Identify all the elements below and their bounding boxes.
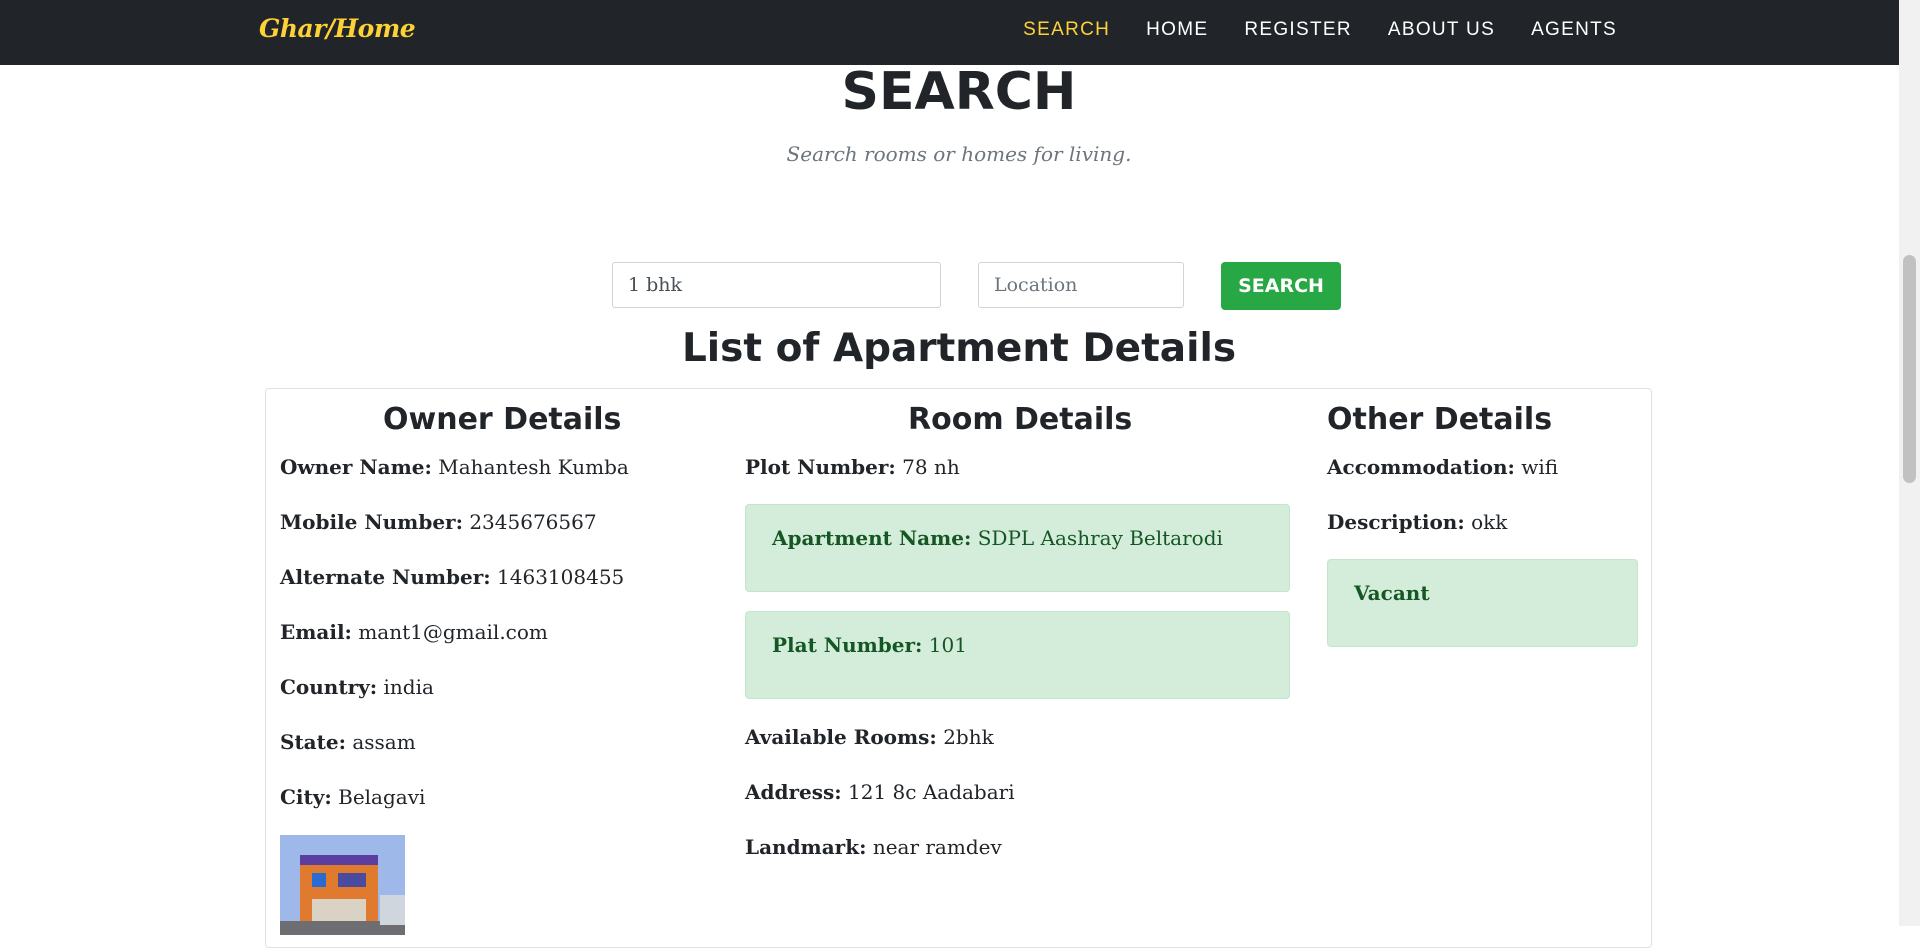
available-rooms-label: Available Rooms: bbox=[745, 725, 937, 749]
vacancy-status-alert: Vacant bbox=[1327, 559, 1638, 647]
state-field: State: assam bbox=[280, 730, 416, 754]
other-details-heading: Other Details bbox=[1327, 402, 1553, 437]
plat-number-label: Plat Number: bbox=[772, 633, 923, 657]
country-field: Country: india bbox=[280, 675, 434, 699]
available-rooms-field: Available Rooms: 2bhk bbox=[745, 725, 994, 749]
keyword-search-input[interactable] bbox=[612, 262, 941, 308]
email-value: mant1@gmail.com bbox=[358, 620, 548, 644]
accommodation-value: wifi bbox=[1521, 455, 1559, 479]
available-rooms-value: 2bhk bbox=[943, 725, 994, 749]
email-field: Email: mant1@gmail.com bbox=[280, 620, 548, 644]
nav-link-agents[interactable]: AGENTS bbox=[1531, 19, 1617, 41]
search-button[interactable]: SEARCH bbox=[1221, 262, 1341, 310]
accommodation-label: Accommodation: bbox=[1327, 455, 1515, 479]
city-value: Belagavi bbox=[338, 785, 426, 809]
nav-link-register[interactable]: REGISTER bbox=[1244, 19, 1352, 41]
address-label: Address: bbox=[745, 780, 842, 804]
location-input[interactable] bbox=[978, 262, 1184, 308]
mobile-number-label: Mobile Number: bbox=[280, 510, 463, 534]
city-label: City: bbox=[280, 785, 332, 809]
address-value: 121 8c Aadabari bbox=[848, 780, 1015, 804]
list-title: List of Apartment Details bbox=[681, 326, 1237, 371]
country-label: Country: bbox=[280, 675, 378, 699]
alternate-number-label: Alternate Number: bbox=[280, 565, 491, 589]
house-image bbox=[280, 835, 405, 935]
page-scrollbar[interactable] bbox=[1899, 0, 1920, 926]
property-photo[interactable] bbox=[280, 835, 405, 935]
nav-link-search[interactable]: SEARCH bbox=[1023, 19, 1110, 41]
address-field: Address: 121 8c Aadabari bbox=[745, 780, 1015, 804]
owner-name-label: Owner Name: bbox=[280, 455, 432, 479]
city-field: City: Belagavi bbox=[280, 785, 425, 809]
navbar: Ghar/Home SEARCH HOME REGISTER ABOUT US … bbox=[0, 0, 1899, 65]
plot-number-value: 78 nh bbox=[902, 455, 960, 479]
mobile-number-field: Mobile Number: 2345676567 bbox=[280, 510, 597, 534]
state-label: State: bbox=[280, 730, 346, 754]
plat-number-value: 101 bbox=[928, 633, 967, 657]
alternate-number-field: Alternate Number: 1463108455 bbox=[280, 565, 624, 589]
owner-name-field: Owner Name: Mahantesh Kumba bbox=[280, 455, 629, 479]
apartment-name-alert: Apartment Name: SDPL Aashray Beltarodi bbox=[745, 504, 1290, 592]
apartment-name-value: SDPL Aashray Beltarodi bbox=[977, 526, 1223, 550]
owner-name-value: Mahantesh Kumba bbox=[438, 455, 629, 479]
page-subtitle: Search rooms or homes for living. bbox=[786, 142, 1132, 166]
vacancy-status-label: Vacant bbox=[1354, 581, 1430, 605]
landmark-value: near ramdev bbox=[872, 835, 1002, 859]
nav-link-about-us[interactable]: ABOUT US bbox=[1388, 19, 1495, 41]
description-field: Description: okk bbox=[1327, 510, 1507, 534]
plot-number-label: Plot Number: bbox=[745, 455, 896, 479]
description-value: okk bbox=[1471, 510, 1508, 534]
email-label: Email: bbox=[280, 620, 352, 644]
mobile-number-value: 2345676567 bbox=[469, 510, 597, 534]
nav-link-home[interactable]: HOME bbox=[1146, 19, 1208, 41]
country-value: india bbox=[383, 675, 434, 699]
room-details-heading: Room Details bbox=[908, 402, 1133, 437]
brand-logo[interactable]: Ghar/Home bbox=[259, 14, 416, 43]
landmark-label: Landmark: bbox=[745, 835, 867, 859]
description-label: Description: bbox=[1327, 510, 1465, 534]
landmark-field: Landmark: near ramdev bbox=[745, 835, 1002, 859]
apartment-name-label: Apartment Name: bbox=[772, 526, 972, 550]
apartment-card: Owner Details Owner Name: Mahantesh Kumb… bbox=[265, 388, 1652, 948]
accommodation-field: Accommodation: wifi bbox=[1327, 455, 1558, 479]
state-value: assam bbox=[352, 730, 416, 754]
nav-links: SEARCH HOME REGISTER ABOUT US AGENTS bbox=[1023, 19, 1617, 41]
plat-number-alert: Plat Number: 101 bbox=[745, 611, 1290, 699]
plot-number-field: Plot Number: 78 nh bbox=[745, 455, 960, 479]
owner-details-heading: Owner Details bbox=[383, 402, 622, 437]
page-title: SEARCH bbox=[841, 62, 1077, 122]
alternate-number-value: 1463108455 bbox=[497, 565, 625, 589]
